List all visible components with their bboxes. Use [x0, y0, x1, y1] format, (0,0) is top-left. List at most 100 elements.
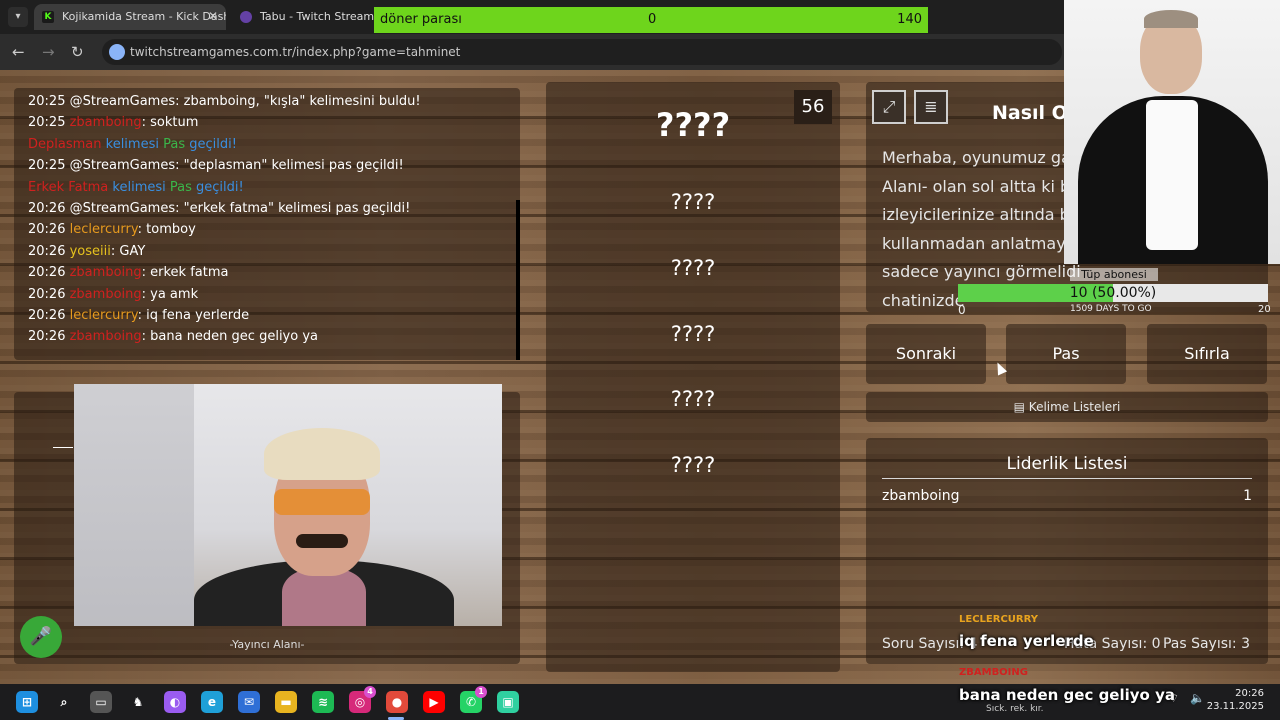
youtube-icon[interactable]: ▶: [423, 691, 445, 713]
chat-message: 20:26 zbamboing: erkek fatma: [28, 262, 506, 283]
copilot-icon[interactable]: ◐: [164, 691, 186, 713]
forward-arrow-icon[interactable]: →: [42, 43, 55, 61]
wolf-app-icon[interactable]: ♞: [127, 691, 149, 713]
reset-button[interactable]: Sıfırla: [1147, 324, 1267, 384]
weather-text: Sıck. rek. kır.: [986, 704, 1044, 714]
chat-username: @StreamGames: [69, 158, 176, 174]
chat-message-text: iq fena yerlerde: [146, 308, 250, 324]
leaderboard-title: Liderlik Listesi: [1006, 454, 1128, 474]
chat-message-text: GAY: [119, 243, 146, 259]
overlay-chat-message: bana neden gec geliyo ya: [959, 686, 1175, 704]
chat-message-part: geçildi!: [185, 136, 237, 152]
fullscreen-icon[interactable]: ⤢: [872, 90, 906, 124]
word-lists-button[interactable]: ▤ Kelime Listeleri: [866, 392, 1268, 422]
chat-separator: :: [175, 94, 184, 109]
tab-kick-dashboard[interactable]: K Kojikamida Stream - Kick Dashb ✕: [34, 4, 226, 30]
chat-separator: :: [141, 265, 151, 281]
tab-tabu-game[interactable]: Tabu - Twitch Stream Gam: [232, 4, 382, 30]
chat-separator: :: [141, 286, 151, 302]
instagram-icon[interactable]: ◎ 4: [349, 686, 376, 713]
mail-icon[interactable]: ✉: [238, 691, 260, 713]
overlay-chat-user: LECLERCURRY: [959, 614, 1038, 625]
chat-message-part: Pas: [163, 136, 186, 152]
whatsapp-icon[interactable]: ✆ 1: [460, 686, 487, 713]
pass-button[interactable]: Pas: [1006, 324, 1126, 384]
system-clock[interactable]: 20:26 23.11.2025: [1207, 687, 1264, 713]
webcam-person-mustache: [296, 534, 348, 548]
wifi-icon[interactable]: ⌔: [1168, 691, 1179, 706]
kick-icon: K: [42, 11, 54, 23]
streamer-area-panel: -Yayıncı Alanı- 🎤: [14, 384, 520, 664]
chat-username: zbamboing: [69, 265, 142, 281]
url-field[interactable]: twitchstreamgames.com.tr/index.php?game=…: [102, 39, 1062, 65]
doner-max: 140: [897, 12, 922, 27]
chat-separator: :: [141, 329, 151, 345]
chat-message: Deplasman kelimesi Pas geçildi!: [28, 134, 506, 155]
chat-username: @StreamGames: [69, 201, 176, 217]
volume-icon[interactable]: 🔈: [1190, 691, 1205, 705]
chrome-icon[interactable]: ●: [386, 691, 408, 713]
chat-message-text: ya amk: [150, 286, 199, 302]
clock-date: 23.11.2025: [1206, 701, 1264, 712]
chat-message-part: kelimesi: [112, 179, 170, 195]
microphone-icon[interactable]: 🎤: [20, 616, 62, 658]
chat-time: 20:26: [28, 329, 66, 345]
chat-separator: :: [175, 158, 184, 174]
chat-message: 20:25 @StreamGames: zbamboing, "kışla" k…: [28, 91, 506, 112]
chat-panel: 20:25 @StreamGames: zbamboing, "kışla" k…: [14, 88, 520, 360]
chat-message-text: erkek fatma: [150, 265, 229, 281]
chat-username: zbamboing: [69, 329, 142, 345]
divider: [882, 478, 1252, 479]
background-door: [74, 384, 194, 626]
twitch-icon: [240, 11, 252, 23]
doner-current: 0: [648, 12, 657, 27]
portrait-hair: [1144, 10, 1198, 28]
sub-goal-bar: 10 (50.00%): [958, 284, 1268, 302]
site-info-icon[interactable]: [109, 44, 125, 60]
notification-badge: 1: [475, 686, 487, 698]
spotify-icon[interactable]: ≋: [312, 691, 334, 713]
portrait-overlay: [1064, 0, 1280, 264]
sub-goal-max: 20: [1258, 304, 1271, 315]
chat-message: 20:26 zbamboing: bana neden gec geliyo y…: [28, 326, 506, 347]
webcam-feed: [74, 384, 502, 626]
chat-time: 20:25: [28, 158, 66, 174]
task-view-icon[interactable]: ▭: [90, 691, 112, 713]
chat-username: zbamboing: [69, 115, 142, 131]
chat-message-text: soktum: [150, 115, 199, 131]
leaderboard-score: 1: [1243, 488, 1252, 504]
chat-message: 20:26 leclercurry: tomboy: [28, 219, 506, 240]
chat-time: 20:25: [28, 94, 66, 109]
file-explorer-icon[interactable]: ▬: [275, 691, 297, 713]
chat-message-text: bana neden gec geliyo ya: [150, 329, 318, 345]
edge-icon[interactable]: e: [201, 691, 223, 713]
streamer-area-label: -Yayıncı Alanı-: [229, 638, 305, 651]
chat-time: 20:26: [28, 308, 66, 324]
search-icon[interactable]: ⌕: [53, 691, 75, 713]
notes-icon[interactable]: ≣: [914, 90, 948, 124]
close-tab-icon[interactable]: ✕: [208, 9, 218, 23]
chat-scrollbar[interactable]: [516, 200, 520, 360]
notification-badge: 4: [364, 686, 376, 698]
word-lists-label: Kelime Listeleri: [1028, 400, 1121, 414]
chat-username: Erkek Fatma: [28, 179, 109, 195]
next-button[interactable]: Sonraki: [866, 324, 986, 384]
leaderboard-name: zbamboing: [882, 488, 960, 504]
list-icon: ▤: [1013, 400, 1029, 414]
chat-separator: :: [141, 115, 151, 131]
back-arrow-icon[interactable]: ←: [12, 43, 25, 61]
word-list-panel: 56 ???? ???? ???? ???? ???? ????: [546, 82, 840, 672]
sub-goal-days: 1509 DAYS TO GO: [1070, 304, 1152, 314]
windows-start-icon[interactable]: ⊞: [16, 691, 38, 713]
reload-icon[interactable]: ↻: [71, 43, 84, 61]
overlay-chat-message: iq fena yerlerde: [959, 632, 1094, 650]
hidden-word: ????: [670, 453, 716, 477]
tab-search-button[interactable]: ▾: [8, 7, 28, 27]
chat-username: yoseiii: [69, 243, 111, 259]
game-app-icon[interactable]: ▣: [497, 691, 519, 713]
doner-label: döner parası: [380, 12, 462, 27]
chat-message-part: Pas: [169, 179, 192, 195]
chat-message: Erkek Fatma kelimesi Pas geçildi!: [28, 177, 506, 198]
chat-username: Deplasman: [28, 136, 102, 152]
portrait-shirt: [1146, 100, 1198, 250]
